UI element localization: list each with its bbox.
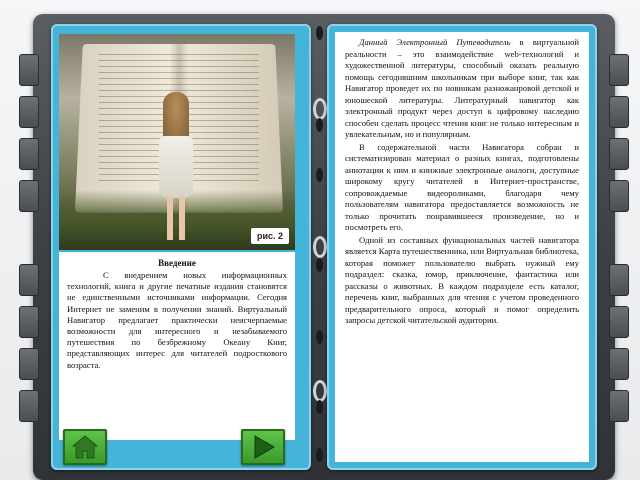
spine-pin [316,400,323,414]
spine-ring [313,236,327,258]
spine-pin [316,168,323,182]
left-tab [19,306,39,338]
left-tab [19,348,39,380]
right-tab [609,96,629,128]
intro-textbox: Введение С внедрением новых информационн… [59,252,295,440]
left-tab [19,96,39,128]
right-page: Данный Электронный Путеводитель в виртуа… [327,24,597,470]
left-tab [19,390,39,422]
spine-pin [316,118,323,132]
spine-pin [316,330,323,344]
left-tab [19,264,39,296]
home-button[interactable] [63,429,107,465]
play-arrow-icon [254,435,275,459]
spine-pin [316,26,323,40]
photo-caption: рис. 2 [250,228,289,244]
spine-ring [313,98,327,120]
girl-figure [157,92,195,242]
guide-paragraph-1-text: в виртуальной реальности – это взаимодей… [345,37,579,139]
right-tab [609,138,629,170]
spine-pin [316,258,323,272]
guide-paragraph-2: В содержательной части Навигатора собран… [345,141,579,233]
intro-paragraph: С внедрением новых информационных технол… [67,270,287,370]
stage: рис. 2 Введение С внедрением новых инфор… [0,0,640,480]
guide-title: Данный Электронный Путеводитель [359,37,511,47]
next-page-button[interactable] [241,429,285,465]
left-tab [19,180,39,212]
right-tab [609,348,629,380]
book-frame: рис. 2 Введение С внедрением новых инфор… [19,14,629,480]
intro-heading: Введение [158,258,196,268]
girl-leg [179,196,185,240]
spine-ring [313,380,327,402]
guide-paragraph-1: Данный Электронный Путеводитель в виртуа… [345,37,579,141]
left-page: рис. 2 Введение С внедрением новых инфор… [51,24,311,470]
guide-paragraph-3: Одной из составных функциональных частей… [345,234,579,326]
book-girl-photo: рис. 2 [59,34,295,250]
right-tab [609,306,629,338]
right-tab [609,264,629,296]
right-tab [609,54,629,86]
left-tab [19,54,39,86]
home-icon [71,435,99,459]
guide-text: Данный Электронный Путеводитель в виртуа… [335,32,589,462]
girl-leg [167,196,173,240]
right-tab [609,390,629,422]
right-tab [609,180,629,212]
girl-dress [159,136,193,198]
left-tab [19,138,39,170]
spine-pin [316,448,323,462]
